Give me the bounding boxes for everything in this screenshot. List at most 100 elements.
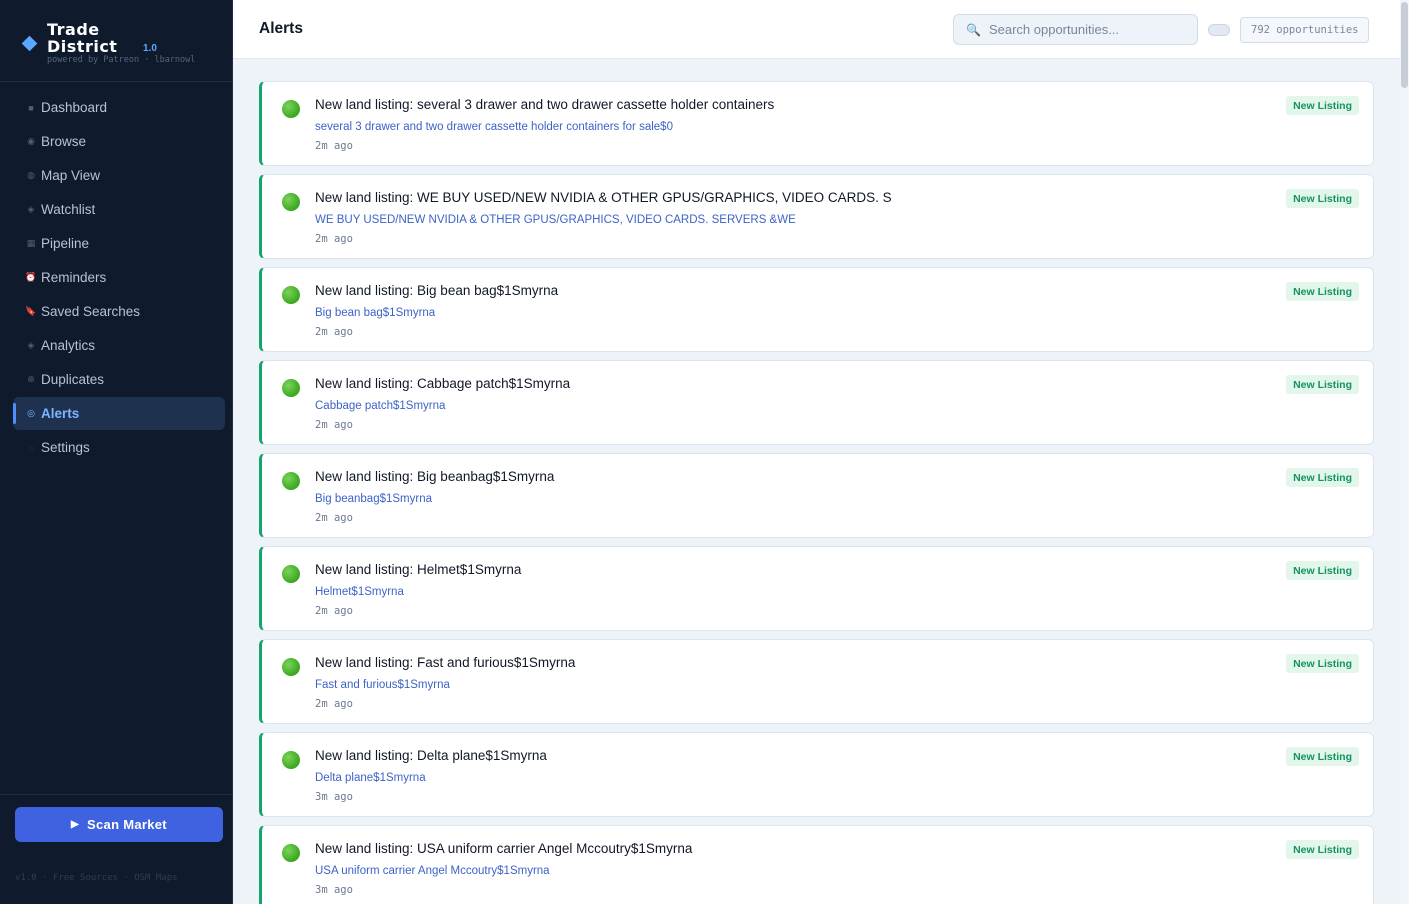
green-circle-icon (282, 379, 300, 397)
alert-time: 2m ago (315, 605, 353, 617)
alert-title: New land listing: Delta plane$1Smyrna (315, 748, 547, 763)
scan-market-label: Scan Market (87, 817, 167, 832)
sidebar-item-label: Map View (41, 168, 101, 183)
top-bar: Alerts 🔍 792 opportunities (233, 0, 1409, 59)
globe-icon: ◍ (27, 170, 35, 180)
brand-version: 1.0 (143, 43, 157, 54)
alert-title: New land listing: Cabbage patch$1Smyrna (315, 376, 571, 391)
logo-diamond-icon (21, 35, 38, 52)
alert-time: 3m ago (315, 884, 353, 896)
green-circle-icon (282, 286, 300, 304)
green-circle-icon (282, 193, 300, 211)
alert-title: New land listing: several 3 drawer and t… (315, 97, 775, 112)
status-badge: New Listing (1286, 840, 1359, 859)
status-badge: New Listing (1286, 654, 1359, 673)
grid-square-icon: ■ (28, 102, 34, 113)
status-badge: New Listing (1286, 282, 1359, 301)
sidebar-item-label: Settings (41, 440, 90, 455)
brand-name-line1: Trade (47, 20, 100, 39)
alert-link[interactable]: several 3 drawer and two drawer cassette… (315, 121, 673, 133)
alert-time: 2m ago (315, 512, 353, 524)
sidebar-item-label: Duplicates (41, 372, 105, 387)
alert-card[interactable]: New land listing: Cabbage patch$1Smyrna C… (259, 360, 1374, 445)
sidebar: Trade District 1.0 powered by Patreon · … (0, 0, 233, 904)
diamond-icon: ◈ (27, 340, 35, 350)
alert-card[interactable]: New land listing: Delta plane$1Smyrna Del… (259, 732, 1374, 817)
alert-time: 2m ago (315, 140, 353, 152)
plus-circle-icon: ⊕ (27, 374, 35, 384)
alert-card[interactable]: New land listing: WE BUY USED/NEW NVIDIA… (259, 174, 1374, 259)
brand-name-line2: District (47, 37, 118, 56)
alert-title: New land listing: Big bean bag$1Smyrna (315, 283, 559, 298)
gear-icon: ◌ (28, 442, 34, 453)
alert-card[interactable]: New land listing: USA uniform carrier An… (259, 825, 1374, 904)
alert-link[interactable]: Helmet$1Smyrna (315, 586, 404, 598)
alarm-clock-icon: ⏰ (25, 272, 37, 282)
alert-time: 2m ago (315, 419, 353, 431)
search-input[interactable] (988, 22, 1179, 37)
alerts-list: New land listing: several 3 drawer and t… (259, 81, 1374, 904)
status-badge: New Listing (1286, 96, 1359, 115)
sidebar-item-settings[interactable]: ◌ Settings (13, 431, 225, 464)
sidebar-item-watchlist[interactable]: ◈ Watchlist (13, 193, 225, 226)
alert-time: 2m ago (315, 233, 353, 245)
view-toggle[interactable] (1208, 24, 1230, 36)
diamond-icon: ◈ (27, 204, 35, 214)
brand-header: Trade District 1.0 powered by Patreon · … (0, 0, 233, 82)
sidebar-item-alerts[interactable]: ◎ Alerts (13, 397, 225, 430)
green-circle-icon (282, 565, 300, 583)
green-circle-icon (282, 472, 300, 490)
sidebar-item-label: Saved Searches (41, 304, 141, 319)
alert-title: New land listing: Helmet$1Smyrna (315, 562, 522, 577)
sidebar-item-analytics[interactable]: ◈ Analytics (13, 329, 225, 362)
opportunities-count: 792 opportunities (1240, 17, 1370, 43)
scrollbar[interactable] (1400, 0, 1409, 904)
green-circle-icon (282, 100, 300, 118)
status-badge: New Listing (1286, 189, 1359, 208)
status-badge: New Listing (1286, 747, 1359, 766)
sidebar-footer: v1.0 · Free Sources · OSM Maps (15, 873, 178, 883)
status-badge: New Listing (1286, 375, 1359, 394)
alert-link[interactable]: Delta plane$1Smyrna (315, 772, 426, 784)
status-badge: New Listing (1286, 468, 1359, 487)
sidebar-item-label: Dashboard (41, 100, 108, 115)
sidebar-item-label: Alerts (41, 406, 80, 421)
sidebar-item-pipeline[interactable]: ▦ Pipeline (13, 227, 225, 260)
alert-link[interactable]: Fast and furious$1Smyrna (315, 679, 450, 691)
app-window: Trade District 1.0 powered by Patreon · … (0, 0, 1409, 904)
search-box[interactable]: 🔍 (953, 14, 1198, 45)
sidebar-item-label: Browse (41, 134, 87, 149)
sidebar-item-map-view[interactable]: ◍ Map View (13, 159, 225, 192)
bookmark-icon: 🔖 (25, 306, 37, 316)
alert-card[interactable]: New land listing: Fast and furious$1Smyr… (259, 639, 1374, 724)
alert-card[interactable]: New land listing: Big beanbag$1Smyrna Big… (259, 453, 1374, 538)
sidebar-item-browse[interactable]: ◉ Browse (13, 125, 225, 158)
alert-link[interactable]: Big beanbag$1Smyrna (315, 493, 432, 505)
alert-card[interactable]: New land listing: Big bean bag$1Smyrna Bi… (259, 267, 1374, 352)
sidebar-item-label: Reminders (41, 270, 107, 285)
alert-link[interactable]: USA uniform carrier Angel Mccoutry$1Smyr… (315, 865, 550, 877)
sidebar-divider (0, 794, 233, 795)
brand-powered-by: powered by Patreon · lbarnowl (47, 55, 196, 65)
alert-title: New land listing: WE BUY USED/NEW NVIDIA… (315, 190, 892, 205)
brand-name: Trade District (47, 21, 117, 55)
alert-time: 3m ago (315, 791, 353, 803)
sidebar-item-reminders[interactable]: ⏰ Reminders (13, 261, 225, 294)
page-title: Alerts (259, 20, 303, 37)
sidebar-item-dashboard[interactable]: ■ Dashboard (13, 91, 225, 124)
alert-link[interactable]: Cabbage patch$1Smyrna (315, 400, 445, 412)
scrollbar-thumb[interactable] (1401, 2, 1408, 88)
green-circle-icon (282, 751, 300, 769)
sidebar-item-duplicates[interactable]: ⊕ Duplicates (13, 363, 225, 396)
alert-link[interactable]: Big bean bag$1Smyrna (315, 307, 435, 319)
play-icon: ▶ (71, 819, 80, 830)
alert-link[interactable]: WE BUY USED/NEW NVIDIA & OTHER GPUS/GRAP… (315, 214, 796, 226)
alert-card[interactable]: New land listing: several 3 drawer and t… (259, 81, 1374, 166)
green-circle-icon (282, 844, 300, 862)
sidebar-item-label: Watchlist (41, 202, 96, 217)
alert-time: 2m ago (315, 698, 353, 710)
scan-market-button[interactable]: ▶ Scan Market (15, 807, 223, 842)
alert-card[interactable]: New land listing: Helmet$1Smyrna Helmet$1… (259, 546, 1374, 631)
target-icon: ◎ (27, 408, 35, 418)
sidebar-item-saved-searches[interactable]: 🔖 Saved Searches (13, 295, 225, 328)
